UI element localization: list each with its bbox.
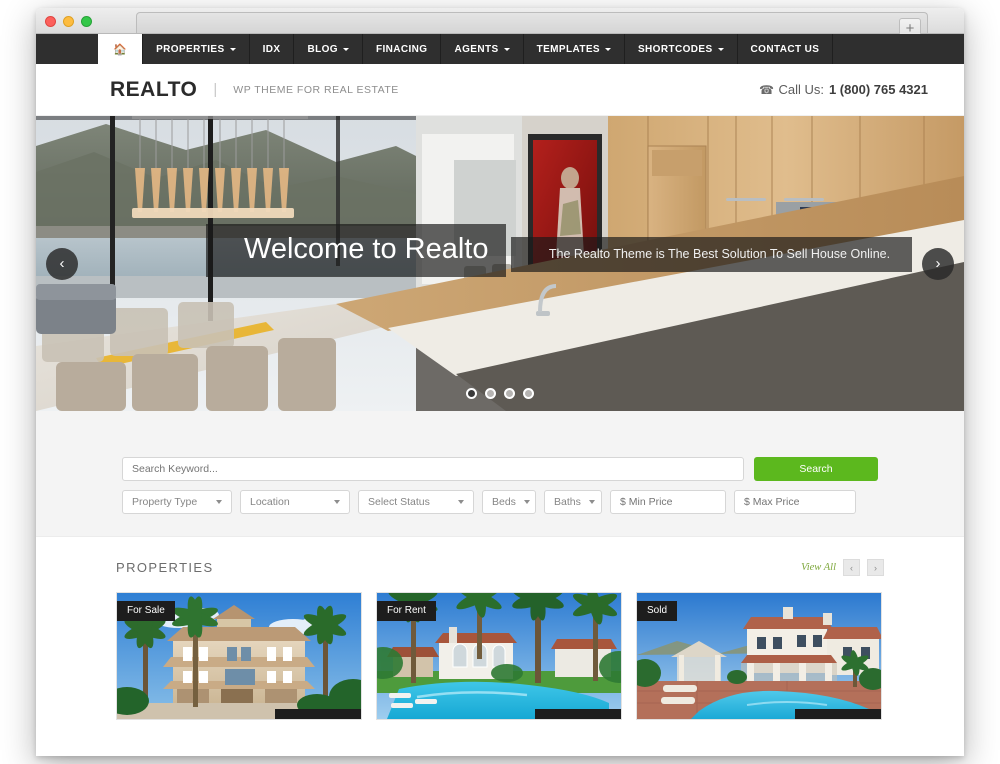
chevron-down-icon — [604, 47, 611, 51]
location-select[interactable]: Location — [240, 490, 350, 514]
nav-item-home[interactable]: 🏠 — [98, 34, 144, 64]
status-badge: Sold — [637, 601, 678, 621]
search-input[interactable] — [122, 457, 744, 481]
web-page: 🏠 PROPERTIES IDX BLOG FINACING AGENTS TE — [36, 34, 964, 756]
nav-left-spacer — [36, 34, 98, 64]
property-search-form: Search Property Type Location Select Sta… — [36, 411, 964, 537]
chevron-right-icon: › — [935, 255, 941, 272]
nav-item-properties[interactable]: PROPERTIES — [143, 34, 250, 64]
chevron-down-icon — [334, 500, 340, 504]
min-price-input[interactable] — [610, 490, 726, 514]
site-tagline: WP THEME FOR REAL ESTATE — [233, 83, 399, 96]
properties-header: PROPERTIES View All ‹ › — [116, 559, 884, 576]
property-type-select[interactable]: Property Type — [122, 490, 232, 514]
contact-phone: ☎ Call Us: 1 (800) 765 4321 — [759, 82, 929, 97]
nav-item-shortcodes[interactable]: SHORTCODES — [625, 34, 738, 64]
hero-dot-3[interactable] — [504, 388, 515, 399]
search-row-filters: Property Type Location Select Status Bed… — [122, 490, 878, 514]
properties-next-button[interactable]: › — [867, 559, 884, 576]
property-photo: Sold — [637, 593, 881, 719]
nav-label: IDX — [262, 43, 281, 55]
call-us-label: Call Us: — [778, 82, 824, 97]
property-card[interactable]: Sold — [636, 592, 882, 720]
status-badge: For Rent — [377, 601, 436, 621]
nav-item-finacing[interactable]: FINACING — [363, 34, 442, 64]
nav-item-agents[interactable]: AGENTS — [441, 34, 524, 64]
select-label: Property Type — [132, 496, 198, 508]
hero-dot-4[interactable] — [523, 388, 534, 399]
max-price-input[interactable] — [734, 490, 856, 514]
page-bottom-cut — [36, 754, 964, 756]
hero-title: Welcome to Realto — [206, 224, 507, 277]
minimize-window-button[interactable] — [63, 16, 74, 27]
search-row-keyword: Search — [122, 457, 878, 481]
hero-slider: ‹ › Welcome to Realto The Realto Theme i… — [36, 116, 964, 411]
hero-caption: Welcome to Realto The Realto Theme is Th… — [206, 224, 913, 277]
nav-label: FINACING — [375, 43, 428, 55]
home-icon: 🏠 — [113, 43, 128, 56]
nav-item-templates[interactable]: TEMPLATES — [524, 34, 625, 64]
properties-grid: For Sale For Rent Sold — [116, 592, 884, 720]
search-form-inner: Search Property Type Location Select Sta… — [122, 457, 878, 514]
hero-prev-button[interactable]: ‹ — [46, 247, 78, 280]
property-price-strip — [275, 709, 361, 719]
browser-tabstrip[interactable]: + — [136, 12, 928, 38]
close-window-button[interactable] — [45, 16, 56, 27]
view-all-link[interactable]: View All — [801, 562, 836, 573]
window-controls — [45, 16, 92, 27]
nav-label: SHORTCODES — [637, 43, 713, 55]
nav-item-contact-us[interactable]: CONTACT US — [738, 34, 834, 64]
hero-next-button[interactable]: › — [922, 247, 954, 280]
browser-titlebar: + — [36, 8, 964, 38]
chevron-down-icon — [229, 47, 236, 51]
nav-label: BLOG — [307, 43, 338, 55]
hero-pagination — [36, 388, 964, 399]
nav-label: TEMPLATES — [536, 43, 600, 55]
chevron-left-icon: ‹ — [59, 255, 65, 272]
nav-label: PROPERTIES — [156, 43, 225, 55]
properties-section: PROPERTIES View All ‹ › For Sale For Ren… — [36, 537, 964, 720]
hero-subtitle: The Realto Theme is The Best Solution To… — [510, 237, 913, 272]
select-label: Select Status — [368, 496, 430, 508]
chevron-down-icon — [216, 500, 222, 504]
select-label: Baths — [554, 496, 581, 508]
section-title: PROPERTIES — [116, 560, 214, 575]
logo-divider: | — [213, 81, 218, 98]
phone-icon: ☎ — [758, 82, 774, 97]
browser-window: + 🏠 PROPERTIES IDX BLOG FINACING AGENTS … — [36, 8, 964, 756]
baths-select[interactable]: Baths — [544, 490, 602, 514]
chevron-down-icon — [342, 47, 349, 51]
hero-dot-2[interactable] — [485, 388, 496, 399]
chevron-down-icon — [523, 500, 530, 504]
status-select[interactable]: Select Status — [358, 490, 474, 514]
main-navigation: 🏠 PROPERTIES IDX BLOG FINACING AGENTS TE — [36, 34, 964, 64]
properties-controls: View All ‹ › — [801, 559, 884, 576]
nav-label: AGENTS — [454, 43, 499, 55]
site-header: REALTO | WP THEME FOR REAL ESTATE ☎ Call… — [36, 64, 964, 116]
nav-item-blog[interactable]: BLOG — [294, 34, 363, 64]
status-badge: For Sale — [117, 601, 175, 621]
chevron-down-icon — [458, 500, 464, 504]
nav-item-idx[interactable]: IDX — [250, 34, 295, 64]
nav-label: CONTACT US — [750, 43, 820, 55]
hero-dot-1[interactable] — [466, 388, 477, 399]
select-label: Location — [250, 496, 290, 508]
chevron-down-icon — [717, 47, 724, 51]
property-card[interactable]: For Rent — [376, 592, 622, 720]
properties-inner: PROPERTIES View All ‹ › For Sale For Ren… — [116, 559, 884, 720]
properties-prev-button[interactable]: ‹ — [843, 559, 860, 576]
chevron-down-icon — [503, 47, 510, 51]
phone-number[interactable]: 1 (800) 765 4321 — [829, 82, 928, 97]
property-price-strip — [535, 709, 621, 719]
property-card[interactable]: For Sale — [116, 592, 362, 720]
site-logo[interactable]: REALTO — [110, 78, 197, 102]
property-photo: For Rent — [377, 593, 621, 719]
zoom-window-button[interactable] — [81, 16, 92, 27]
select-label: Beds — [492, 496, 516, 508]
property-photo: For Sale — [117, 593, 361, 719]
property-price-strip — [795, 709, 881, 719]
search-button[interactable]: Search — [754, 457, 878, 481]
beds-select[interactable]: Beds — [482, 490, 536, 514]
chevron-down-icon — [588, 500, 595, 504]
